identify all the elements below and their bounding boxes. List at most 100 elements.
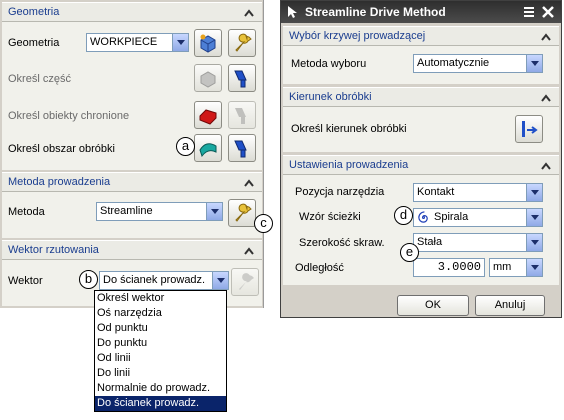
drive-settings-section-body: Pozycja narzędzia Kontakt Wzór ścieżki S… <box>283 175 559 285</box>
callout-e: e <box>400 243 419 262</box>
list-item[interactable]: Do punktu <box>95 336 226 351</box>
cut-pattern-value: Spirala <box>434 211 469 223</box>
geometry-label: Geometria <box>8 37 60 49</box>
streamline-dialog: Streamline Drive Method Wybór krzywej pr… <box>280 0 562 318</box>
cut-area-icon <box>199 143 217 158</box>
chevron-up-icon <box>244 179 254 187</box>
geometry-cube-icon <box>200 34 216 53</box>
menu-icon[interactable] <box>521 4 537 20</box>
operation-panel: Geometria Geometria WORKPIECE Określ czę… <box>0 0 264 308</box>
stepover-label: Szerokość skraw. <box>299 237 385 249</box>
list-item[interactable]: Od linii <box>95 351 226 366</box>
geometria-section-header[interactable]: Geometria <box>2 2 262 22</box>
select-part-button[interactable] <box>194 64 222 92</box>
dropdown-arrow-icon[interactable] <box>526 55 542 72</box>
chevron-up-icon <box>541 162 551 170</box>
display-geometry-button[interactable] <box>228 29 256 57</box>
display-part-button[interactable] <box>228 64 256 92</box>
drive-settings-section-label: Ustawienia prowadzenia <box>289 159 409 171</box>
cut-pattern-select[interactable]: Spirala <box>413 208 543 227</box>
ok-button[interactable]: OK <box>397 295 469 316</box>
dropdown-arrow-icon[interactable] <box>526 209 542 226</box>
distance-input[interactable]: 3.0000 <box>413 258 485 277</box>
chevron-up-icon <box>541 33 551 41</box>
list-item[interactable]: Oś narzędzia <box>95 306 226 321</box>
tool-position-select[interactable]: Kontakt <box>413 183 543 202</box>
chevron-up-icon <box>244 9 254 17</box>
select-check-button[interactable] <box>194 101 222 129</box>
display-cut-area-button[interactable] <box>228 134 256 162</box>
dialog-title-bar[interactable]: Streamline Drive Method <box>281 1 561 23</box>
direction-section-label: Kierunek obróbki <box>289 91 372 103</box>
stepover-value: Stała <box>417 236 443 248</box>
curve-section-body: Metoda wyboru Automatycznie <box>283 46 559 84</box>
dropdown-arrow-icon[interactable] <box>526 259 542 276</box>
callout-b: b <box>79 270 98 289</box>
wrench-icon <box>239 273 254 290</box>
geometry-select[interactable]: WORKPIECE <box>86 33 189 52</box>
stepover-select[interactable]: Stała <box>413 233 543 252</box>
wrench-icon <box>235 203 252 222</box>
list-item-selected[interactable]: Do ścianek prowadz. <box>95 396 226 411</box>
callout-d: d <box>394 206 413 225</box>
curve-section-header[interactable]: Wybór krzywej prowadzącej <box>283 26 559 46</box>
drive-settings-section-header[interactable]: Ustawienia prowadzenia <box>283 155 559 175</box>
part-icon <box>200 71 216 88</box>
projection-vector-header-label: Wektor rzutowania <box>8 244 99 256</box>
list-item[interactable]: Do linii <box>95 366 226 381</box>
projection-vector-section-header[interactable]: Wektor rzutowania <box>2 240 262 260</box>
specify-part-label: Określ część <box>8 73 71 85</box>
callout-a: a <box>176 137 195 156</box>
dropdown-arrow-icon[interactable] <box>526 184 542 201</box>
list-item[interactable]: Od punktu <box>95 321 226 336</box>
dialog-title: Streamline Drive Method <box>305 5 446 19</box>
geometria-header-label: Geometria <box>8 6 60 18</box>
wrench-icon <box>235 33 252 52</box>
flashlight-icon <box>234 70 247 88</box>
flashlight-icon <box>234 140 247 158</box>
selection-method-select[interactable]: Automatycznie <box>413 54 543 73</box>
arrow-cursor-icon <box>288 6 297 18</box>
dropdown-arrow-icon[interactable] <box>172 34 188 51</box>
drive-method-header-label: Metoda prowadzenia <box>8 176 111 188</box>
cut-direction-icon <box>522 121 538 137</box>
distance-label: Odległość <box>295 262 344 274</box>
direction-section-body: Określ kierunek obróbki <box>283 107 559 152</box>
select-cut-area-button[interactable] <box>194 134 222 162</box>
method-label: Metoda <box>8 206 45 218</box>
drive-method-select[interactable]: Streamline <box>96 202 223 221</box>
check-body-icon <box>199 109 217 125</box>
geometria-section-body: Geometria WORKPIECE Określ część Określ … <box>2 22 262 170</box>
dropdown-arrow-icon[interactable] <box>212 272 228 289</box>
direction-section-header[interactable]: Kierunek obróbki <box>283 87 559 107</box>
callout-c: c <box>254 214 273 233</box>
chevron-up-icon <box>244 247 254 255</box>
check-geometry-label: Określ obiekty chronione <box>8 110 130 122</box>
display-check-button[interactable] <box>228 101 256 129</box>
cut-area-label: Określ obszar obróbki <box>8 143 115 155</box>
dropdown-arrow-icon[interactable] <box>206 203 222 220</box>
dropdown-arrow-icon[interactable] <box>526 234 542 251</box>
tool-position-value: Kontakt <box>417 186 455 198</box>
specify-direction-button[interactable] <box>515 115 543 143</box>
edit-vector-button[interactable] <box>231 268 259 296</box>
close-icon[interactable] <box>540 4 556 20</box>
projection-vector-select[interactable]: Do ścianek prowadz. <box>99 271 229 290</box>
vector-label: Wektor <box>8 275 43 287</box>
drive-method-section-body: Metoda Streamline <box>2 192 262 238</box>
flashlight-icon <box>235 108 246 124</box>
edit-drive-method-button[interactable] <box>228 199 256 227</box>
projection-vector-select-value: Do ścianek prowadz. <box>103 274 206 286</box>
geometry-select-value: WORKPIECE <box>90 36 158 48</box>
cancel-button[interactable]: Anuluj <box>475 295 545 316</box>
unit-select[interactable]: mm <box>489 258 543 277</box>
drive-method-select-value: Streamline <box>100 205 153 217</box>
edit-geometry-button[interactable] <box>194 29 222 57</box>
list-item[interactable]: Określ wektor <box>95 291 226 306</box>
list-item[interactable]: Normalnie do prowadz. <box>95 381 226 396</box>
spiral-icon <box>418 211 428 223</box>
selection-method-label: Metoda wyboru <box>291 58 367 70</box>
projection-vector-dropdown-list: Określ wektor Oś narzędzia Od punktu Do … <box>94 290 227 412</box>
cut-direction-label: Określ kierunek obróbki <box>291 123 407 135</box>
drive-method-section-header[interactable]: Metoda prowadzenia <box>2 172 262 192</box>
